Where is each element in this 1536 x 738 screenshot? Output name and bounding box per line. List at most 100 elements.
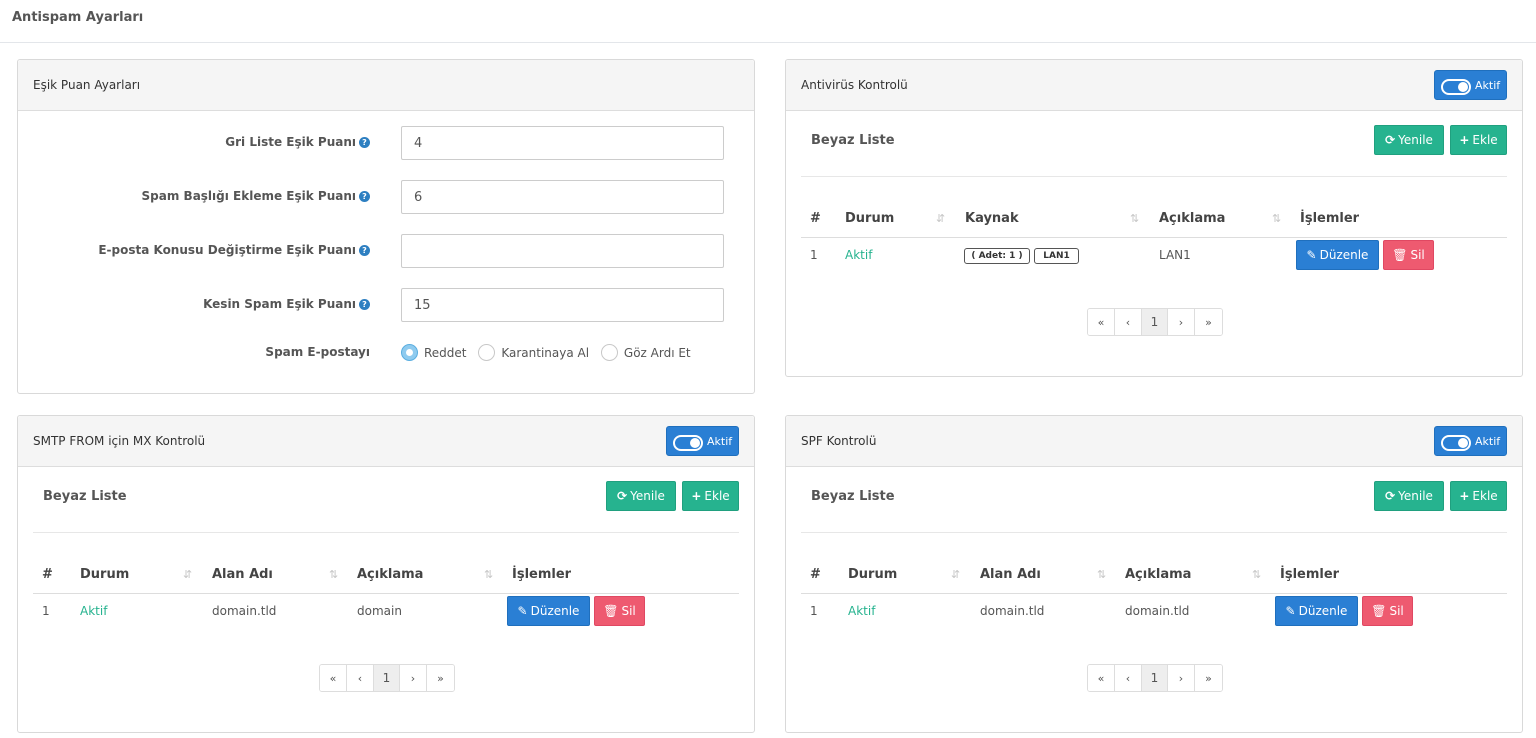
greylist-threshold-input[interactable] [401,126,724,160]
spf-active-toggle[interactable]: Aktif [1434,426,1507,456]
antivirus-active-toggle[interactable]: Aktif [1434,70,1507,100]
add-button[interactable]: + Ekle [1450,481,1507,511]
radio-unchecked-icon[interactable] [478,344,496,361]
pager-next[interactable]: › [1168,309,1195,335]
threshold-panel: Eşik Puan Ayarları Gri Liste Eşik Puanı?… [17,59,755,394]
pager-last[interactable]: » [1195,665,1222,691]
column-header-status[interactable]: Durum [845,211,894,226]
plus-icon: + [1459,133,1470,147]
radio-ignore[interactable]: Göz Ardı Et [600,344,691,361]
definite-spam-threshold-input[interactable] [401,288,724,322]
plus-icon: + [691,489,702,503]
table-header-divider [33,593,739,594]
page-header: Antispam Ayarları [0,0,1536,43]
trash-icon: 🗑 [603,604,619,618]
pager-prev[interactable]: ‹ [1115,665,1142,691]
pager-last[interactable]: » [1195,309,1222,335]
spam-header-threshold-input[interactable] [401,180,724,214]
edit-icon: ✎ [1306,248,1317,262]
form-label: E-posta Konusu Değiştirme Eşik Puanı? [98,243,370,257]
form-row-subject-change: E-posta Konusu Değiştirme Eşik Puanı? [18,234,754,268]
sort-icon[interactable]: ⇅ [1252,568,1261,581]
pager-first[interactable]: « [1088,309,1115,335]
question-circle-icon[interactable]: ? [359,137,370,148]
smtp-mx-panel: SMTP FROM için MX Kontrolü Aktif Beyaz L… [17,415,755,733]
sort-icon[interactable]: ⇅ [1130,212,1139,225]
pagination: « ‹ 1 › » [1087,308,1223,336]
refresh-icon: ⟳ [1385,489,1396,503]
edit-button[interactable]: ✎ Düzenle [1275,596,1358,626]
spf-panel: SPF Kontrolü Aktif Beyaz Liste ⟳ Yenile +… [785,415,1523,733]
page-title: Antispam Ayarları [12,10,144,25]
description-text: domain.tld [1125,604,1190,618]
status-text: Aktif [80,604,108,618]
radio-checked-icon[interactable] [401,344,418,361]
radio-reject[interactable]: Reddet [401,344,467,361]
pager-next[interactable]: › [400,665,427,691]
column-header-domain[interactable]: Alan Adı [980,567,1041,582]
pager-prev[interactable]: ‹ [1115,309,1142,335]
smtp-mx-active-toggle[interactable]: Aktif [666,426,739,456]
sort-icon[interactable]: ⇅ [484,568,493,581]
edit-button[interactable]: ✎ Düzenle [1296,240,1379,270]
form-row-definite-spam: Kesin Spam Eşik Puanı? [18,288,754,322]
row-number: 1 [810,248,818,262]
radio-quarantine[interactable]: Karantinaya Al [478,344,589,361]
column-header-description[interactable]: Açıklama [1159,211,1225,226]
panel-header: SMTP FROM için MX Kontrolü Aktif [18,416,754,467]
add-button[interactable]: + Ekle [682,481,739,511]
pager-page-1[interactable]: 1 [1142,309,1168,335]
edit-button[interactable]: ✎ Düzenle [507,596,590,626]
description-text: domain [357,604,402,618]
sort-icon[interactable]: ⇅ [1272,212,1281,225]
refresh-button[interactable]: ⟳ Yenile [1374,481,1444,511]
pager-page-1[interactable]: 1 [1142,665,1168,691]
antivirus-panel: Antivirüs Kontrolü Aktif Beyaz Liste ⟳ Ye… [785,59,1523,377]
sort-icon[interactable]: ⇅ [1097,568,1106,581]
column-header-domain[interactable]: Alan Adı [212,567,273,582]
question-circle-icon[interactable]: ? [359,299,370,310]
toggle-label: Aktif [707,435,733,448]
sort-icon[interactable]: ⇅ [329,568,338,581]
column-header-description[interactable]: Açıklama [357,567,423,582]
pager-next[interactable]: › [1168,665,1195,691]
subject-change-threshold-input[interactable] [401,234,724,268]
pager-first[interactable]: « [1088,665,1115,691]
column-header-status[interactable]: Durum [80,567,129,582]
column-header-description[interactable]: Açıklama [1125,567,1191,582]
pager-page-1[interactable]: 1 [374,665,400,691]
delete-button[interactable]: 🗑 Sil [1362,596,1413,626]
sort-icon[interactable]: ⇵ [183,568,192,581]
refresh-icon: ⟳ [1385,133,1396,147]
panel-title: SMTP FROM için MX Kontrolü [33,434,206,448]
row-number: 1 [42,604,50,618]
pager-prev[interactable]: ‹ [347,665,374,691]
form-label: Kesin Spam Eşik Puanı? [203,297,370,311]
add-button[interactable]: + Ekle [1450,125,1507,155]
delete-button[interactable]: 🗑 Sil [594,596,645,626]
divider [801,176,1507,177]
sort-icon[interactable]: ⇵ [936,212,945,225]
refresh-icon: ⟳ [617,489,628,503]
pager-first[interactable]: « [320,665,347,691]
whitelist-title: Beyaz Liste [811,133,895,148]
question-circle-icon[interactable]: ? [359,245,370,256]
form-row-greylist: Gri Liste Eşik Puanı? [18,126,754,160]
question-circle-icon[interactable]: ? [359,191,370,202]
sort-icon[interactable]: ⇵ [951,568,960,581]
refresh-button[interactable]: ⟳ Yenile [1374,125,1444,155]
column-header-source[interactable]: Kaynak [965,211,1019,226]
edit-icon: ✎ [517,604,528,618]
pager-last[interactable]: » [427,665,454,691]
form-label: Spam E-postayı [265,345,370,359]
source-count-tag: ( Adet: 1 ) [964,248,1030,264]
refresh-button[interactable]: ⟳ Yenile [606,481,676,511]
form-label: Spam Başlığı Ekleme Eşik Puanı? [142,189,370,203]
radio-unchecked-icon[interactable] [600,344,618,361]
column-header-status[interactable]: Durum [848,567,897,582]
pagination: « ‹ 1 › » [1087,664,1223,692]
form-row-spam-action: Spam E-postayı Reddet Karantinaya Al Göz… [18,336,754,370]
delete-button[interactable]: 🗑 Sil [1383,240,1434,270]
panel-title: Eşik Puan Ayarları [33,78,141,92]
form-label: Gri Liste Eşik Puanı? [225,135,370,149]
